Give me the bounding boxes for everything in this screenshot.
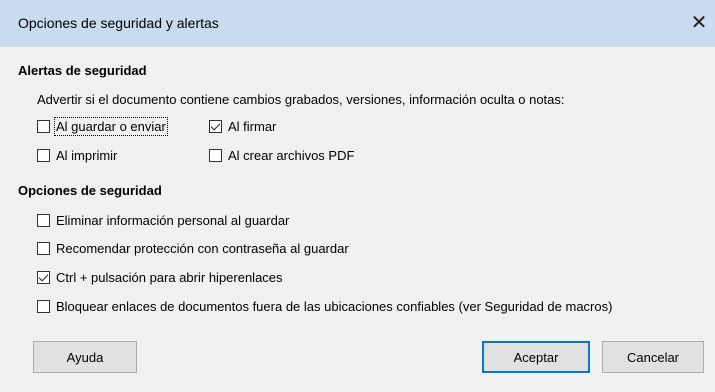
checkbox-recommend-password[interactable]: Recomendar protección con contraseña al … (37, 239, 349, 257)
checkbox-label: Eliminar información personal al guardar (56, 212, 290, 228)
checkbox-box[interactable] (37, 148, 50, 162)
checkbox-box[interactable] (37, 299, 50, 313)
security-options-heading: Opciones de seguridad (18, 183, 162, 198)
ok-button[interactable]: Aceptar (482, 341, 590, 373)
checkbox-on-print[interactable]: Al imprimir (37, 146, 117, 164)
checkbox-label: Al imprimir (56, 147, 118, 163)
checkbox-on-sign[interactable]: Al firmar (209, 117, 276, 135)
checkbox-box[interactable] (37, 213, 50, 227)
dialog-body: Alertas de seguridad Advertir si el docu… (0, 47, 715, 392)
security-alerts-description: Advertir si el documento contiene cambio… (37, 92, 565, 107)
checkbox-on-create-pdf[interactable]: Al crear archivos PDF (209, 146, 354, 164)
checkbox-ctrl-click-hyperlinks[interactable]: Ctrl + pulsación para abrir hiperenlaces (37, 268, 283, 286)
checkbox-box-checked[interactable] (209, 119, 222, 133)
checkbox-label: Recomendar protección con contraseña al … (56, 240, 349, 256)
checkbox-label: Al guardar o enviar (54, 116, 168, 136)
checkbox-box[interactable] (37, 241, 50, 255)
help-button[interactable]: Ayuda (33, 341, 137, 373)
security-alerts-heading: Alertas de seguridad (18, 63, 147, 78)
checkbox-box[interactable] (37, 119, 50, 133)
checkbox-label: Al crear archivos PDF (228, 147, 355, 163)
close-icon[interactable]: ✕ (686, 10, 712, 36)
checkbox-box[interactable] (209, 148, 222, 162)
checkbox-remove-personal-info[interactable]: Eliminar información personal al guardar (37, 211, 289, 229)
checkbox-on-save-or-send[interactable]: Al guardar o enviar (37, 116, 168, 136)
checkbox-label: Bloquear enlaces de documentos fuera de … (56, 298, 613, 314)
dialog-titlebar: Opciones de seguridad y alertas ✕ (0, 0, 715, 47)
dialog-title: Opciones de seguridad y alertas (18, 15, 219, 31)
checkbox-label: Ctrl + pulsación para abrir hiperenlaces (56, 269, 283, 285)
checkbox-label: Al firmar (228, 118, 277, 134)
cancel-button[interactable]: Cancelar (602, 341, 704, 373)
checkbox-block-untrusted-links[interactable]: Bloquear enlaces de documentos fuera de … (37, 297, 612, 315)
checkbox-box-checked[interactable] (37, 270, 50, 284)
